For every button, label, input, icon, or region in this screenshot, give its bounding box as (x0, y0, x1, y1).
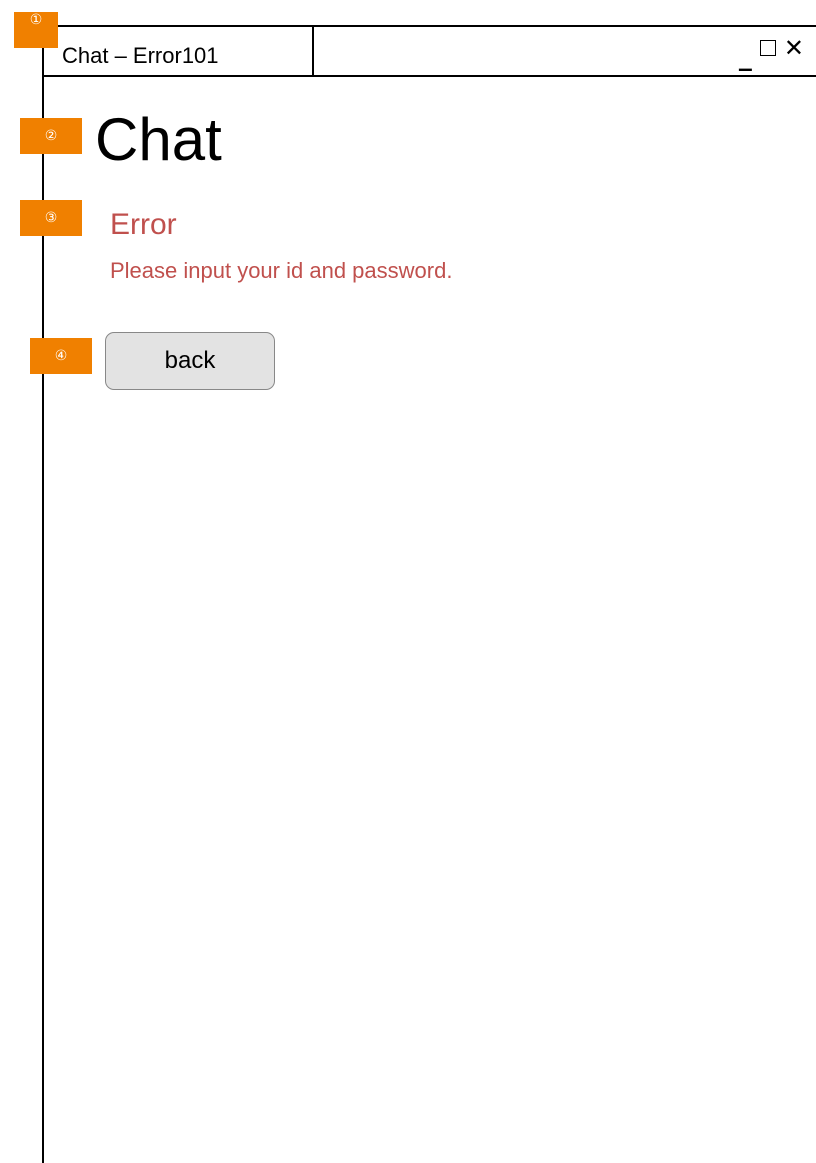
title-bar-top-border (42, 25, 816, 27)
annotation-marker-2: ② (20, 118, 82, 154)
back-button[interactable]: back (105, 332, 275, 390)
error-heading: Error (110, 208, 177, 241)
annotation-marker-3: ③ (20, 200, 82, 236)
window-left-border (42, 24, 44, 1163)
error-message: Please input your id and password. (110, 258, 453, 283)
annotation-marker-1: ① (14, 12, 58, 48)
maximize-button[interactable] (759, 40, 776, 56)
title-bar-bottom-border (42, 75, 816, 77)
minimize-button[interactable]: _ (739, 44, 752, 70)
window-controls: _ ✕ (739, 30, 804, 70)
close-button[interactable]: ✕ (784, 36, 804, 60)
tab-divider (312, 26, 314, 76)
page-title: Chat (95, 106, 222, 173)
window-tab-title[interactable]: Chat – Error101 (62, 42, 219, 70)
annotation-marker-4: ④ (30, 338, 92, 374)
